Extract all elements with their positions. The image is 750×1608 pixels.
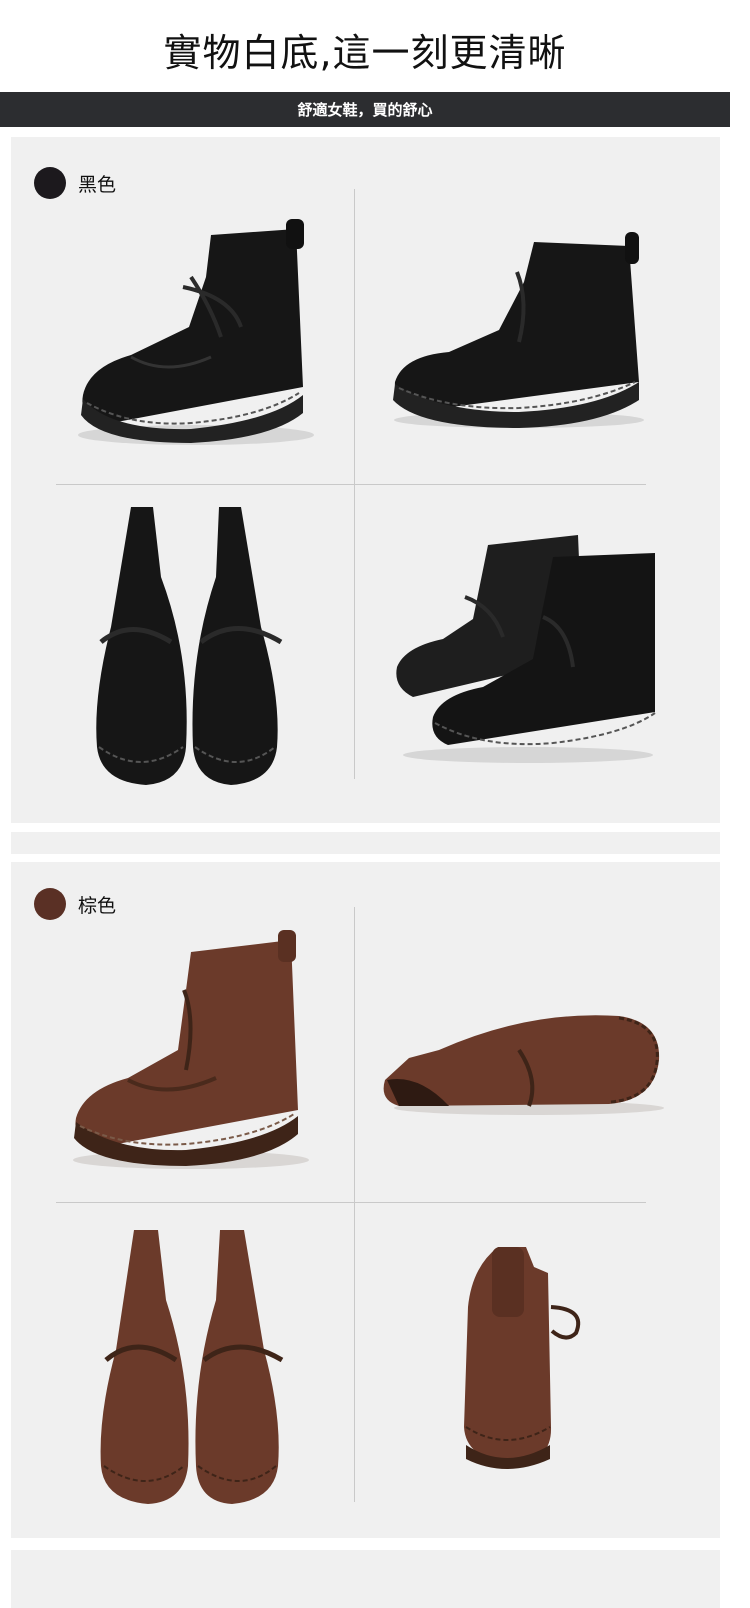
grid-divider-vertical: [354, 907, 355, 1502]
black-boot-side-left-image[interactable]: [71, 217, 321, 452]
panel-bottom-strip: [11, 1550, 720, 1608]
grid-divider-horizontal: [56, 1202, 646, 1203]
brown-boot-back-image[interactable]: [456, 1247, 596, 1477]
black-boots-pair-top-image[interactable]: [91, 507, 291, 792]
brown-color-label: 棕色: [78, 894, 117, 917]
grid-divider-horizontal: [56, 484, 646, 485]
black-boots-pair-angle-image[interactable]: [393, 527, 663, 767]
black-boot-side-right-image[interactable]: [389, 232, 654, 432]
black-variant-panel: 黑色: [11, 137, 720, 823]
brown-color-row[interactable]: 棕色: [34, 888, 116, 920]
brown-boots-pair-top-image[interactable]: [96, 1230, 291, 1510]
brown-color-swatch: [34, 888, 66, 920]
banner-text: 舒適女鞋，買的舒心: [297, 101, 433, 119]
black-color-label: 黑色: [78, 173, 117, 196]
panel-separator-strip: [11, 832, 720, 854]
brown-boot-lying-image[interactable]: [379, 1010, 669, 1120]
banner: 舒適女鞋，買的舒心: [0, 92, 730, 127]
black-color-row[interactable]: 黑色: [34, 167, 116, 199]
page-title: 實物白底,這一刻更清晰: [163, 31, 567, 75]
brown-variant-panel: 棕色: [11, 862, 720, 1538]
brown-boot-side-image[interactable]: [66, 930, 316, 1175]
black-color-swatch: [34, 167, 66, 199]
